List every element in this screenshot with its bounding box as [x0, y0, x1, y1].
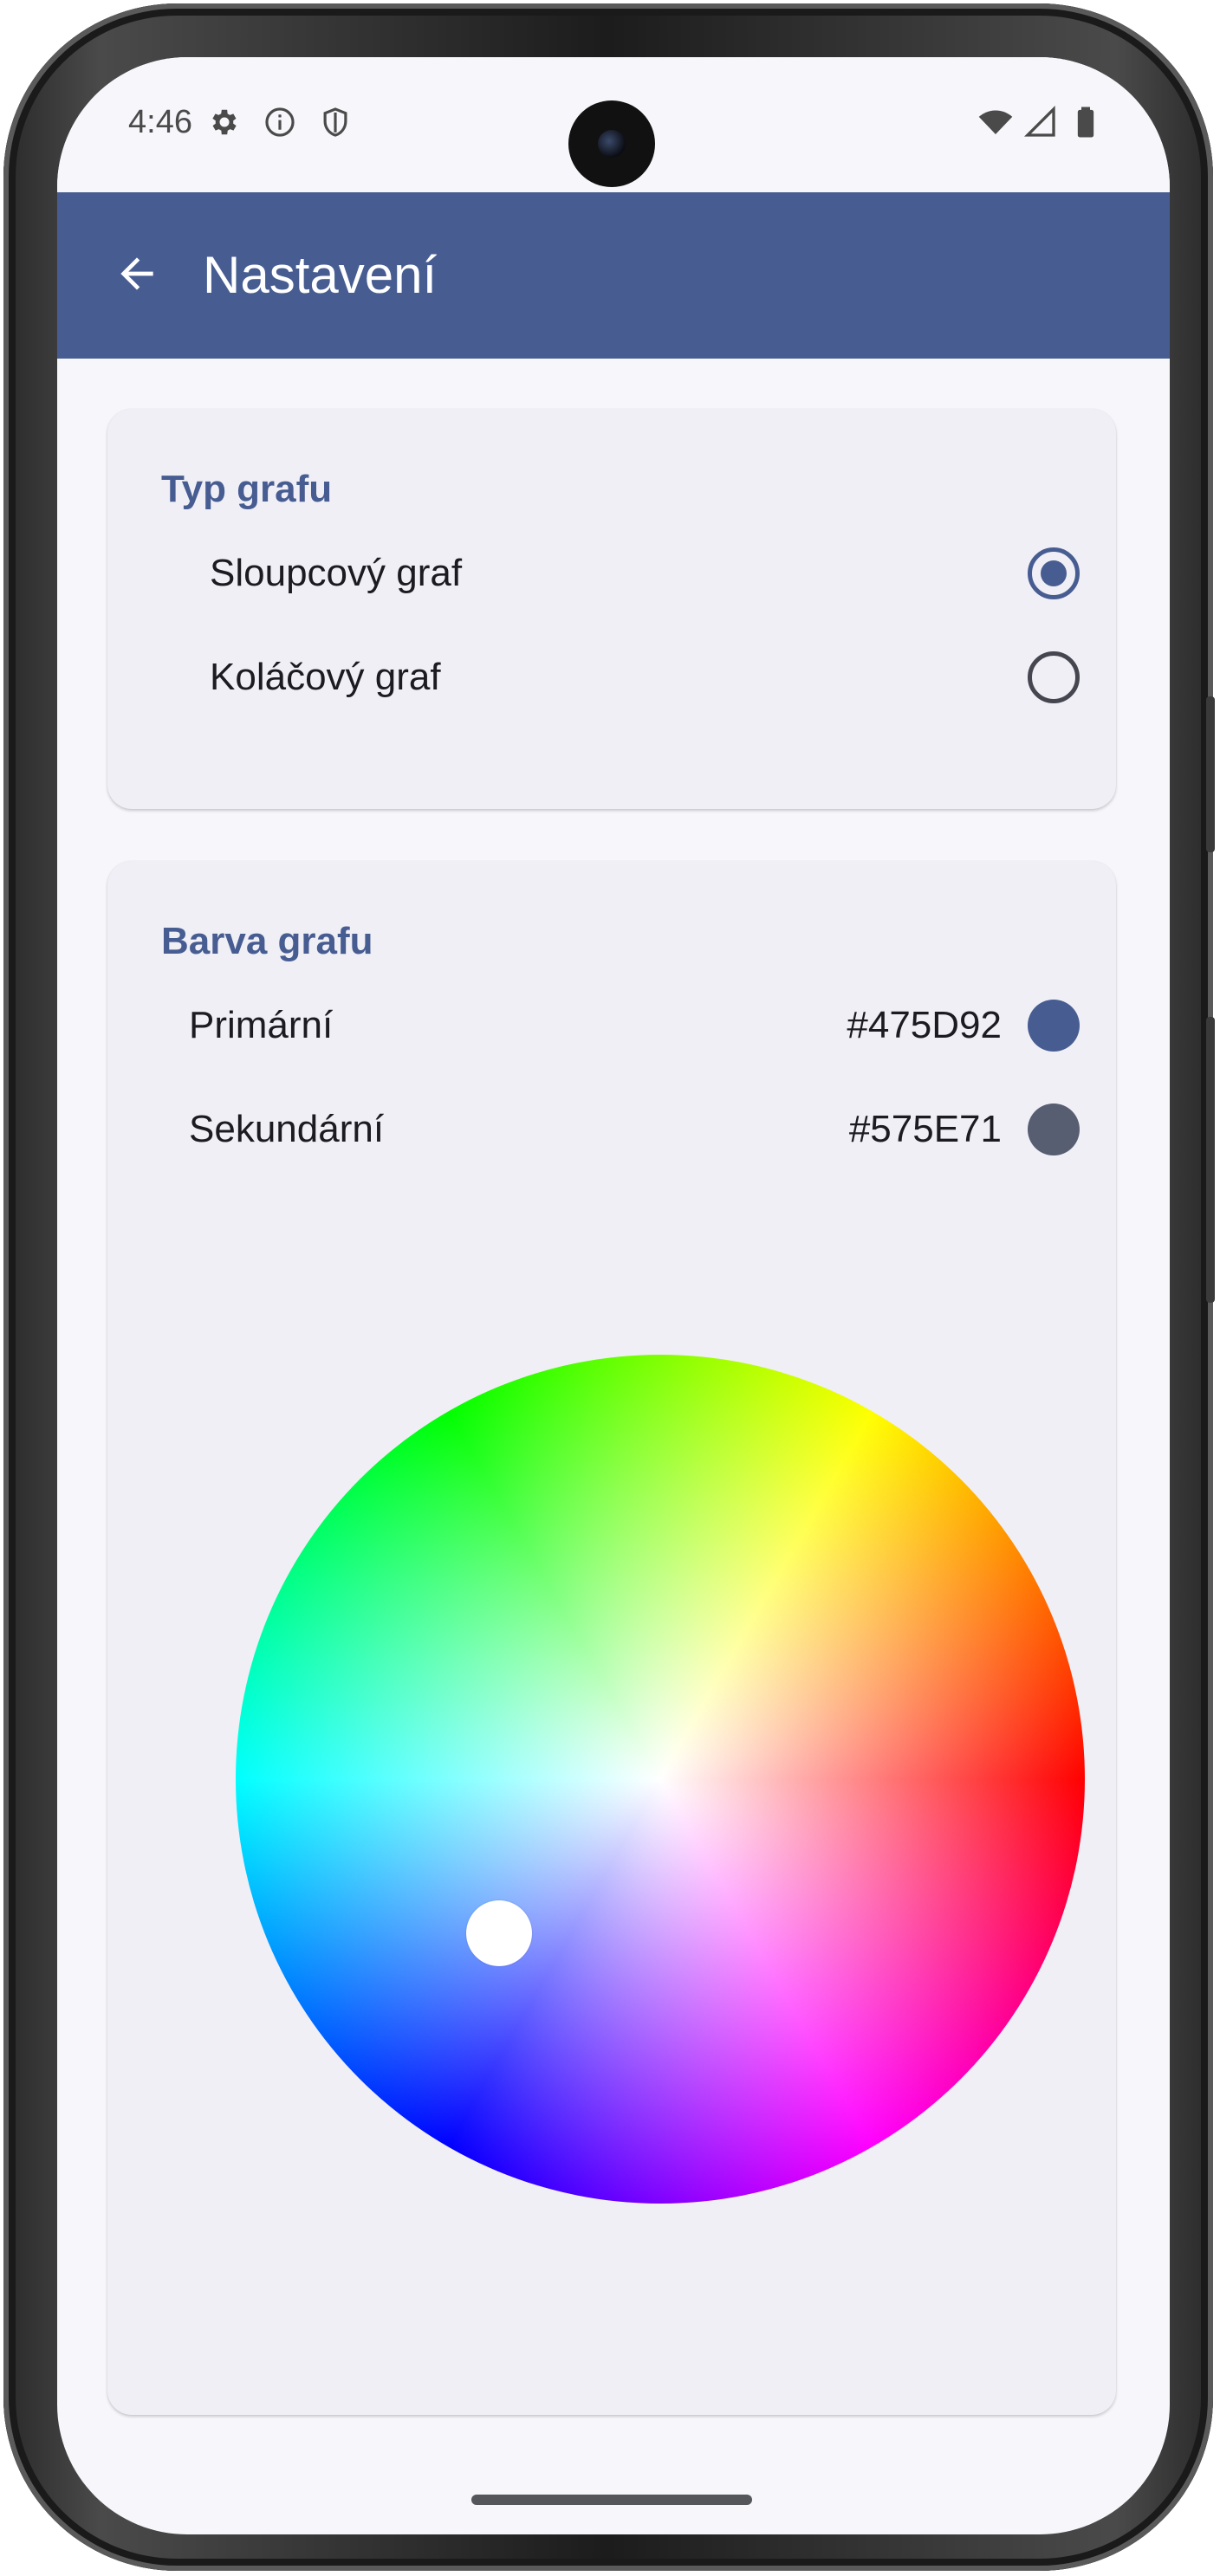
- radio-option-label: Sloupcový graf: [210, 552, 463, 594]
- color-swatch-primary[interactable]: [1028, 1000, 1080, 1052]
- home-indicator[interactable]: [471, 2495, 752, 2505]
- status-icons-right: [977, 104, 1104, 140]
- chart-color-title: Barva grafu: [161, 920, 373, 962]
- power-button: [1206, 1017, 1215, 1303]
- radio-button-selected[interactable]: [1028, 547, 1080, 599]
- chart-type-title: Typ grafu: [161, 468, 333, 510]
- radio-button[interactable]: [1028, 651, 1080, 703]
- color-label: Primární: [189, 1004, 334, 1046]
- color-wheel[interactable]: [236, 1355, 1085, 2204]
- color-row-primary[interactable]: Primární #475D92: [161, 982, 1080, 1069]
- color-wheel-thumb[interactable]: [466, 1900, 532, 1966]
- color-row-secondary[interactable]: Sekundární #575E71: [161, 1086, 1080, 1173]
- status-icons-left: [206, 104, 354, 140]
- color-label: Sekundární: [189, 1108, 385, 1150]
- gear-icon: [206, 104, 243, 140]
- color-swatch-secondary[interactable]: [1028, 1104, 1080, 1155]
- volume-button: [1206, 696, 1215, 852]
- app-bar: Nastavení: [57, 192, 1170, 359]
- battery-icon: [1068, 104, 1104, 140]
- radio-option-label: Koláčový graf: [210, 656, 441, 698]
- screen: 4:46 Nastavení Typ grafu Sloupcový graf …: [57, 57, 1170, 2534]
- front-camera: [568, 100, 655, 187]
- shield-icon: [317, 104, 354, 140]
- status-bar: 4:46: [57, 57, 1170, 192]
- status-time: 4:46: [128, 104, 192, 140]
- chart-type-card: Typ grafu Sloupcový graf Koláčový graf: [107, 409, 1116, 809]
- radio-option-pie-chart[interactable]: Koláčový graf: [161, 634, 1080, 721]
- color-hex-value: #475D92: [847, 1004, 1002, 1046]
- wifi-icon: [977, 104, 1014, 140]
- info-icon: [262, 104, 298, 140]
- arrow-back-icon: [113, 249, 161, 302]
- phone-frame: 4:46 Nastavení Typ grafu Sloupcový graf …: [3, 3, 1215, 2571]
- signal-icon: [1022, 104, 1059, 140]
- color-hex-value: #575E71: [848, 1108, 1002, 1150]
- radio-option-bar-chart[interactable]: Sloupcový graf: [161, 530, 1080, 617]
- chart-color-card: Barva grafu Primární #475D92 Sekundární …: [107, 861, 1116, 2415]
- page-title: Nastavení: [203, 246, 438, 304]
- back-button[interactable]: [95, 234, 178, 317]
